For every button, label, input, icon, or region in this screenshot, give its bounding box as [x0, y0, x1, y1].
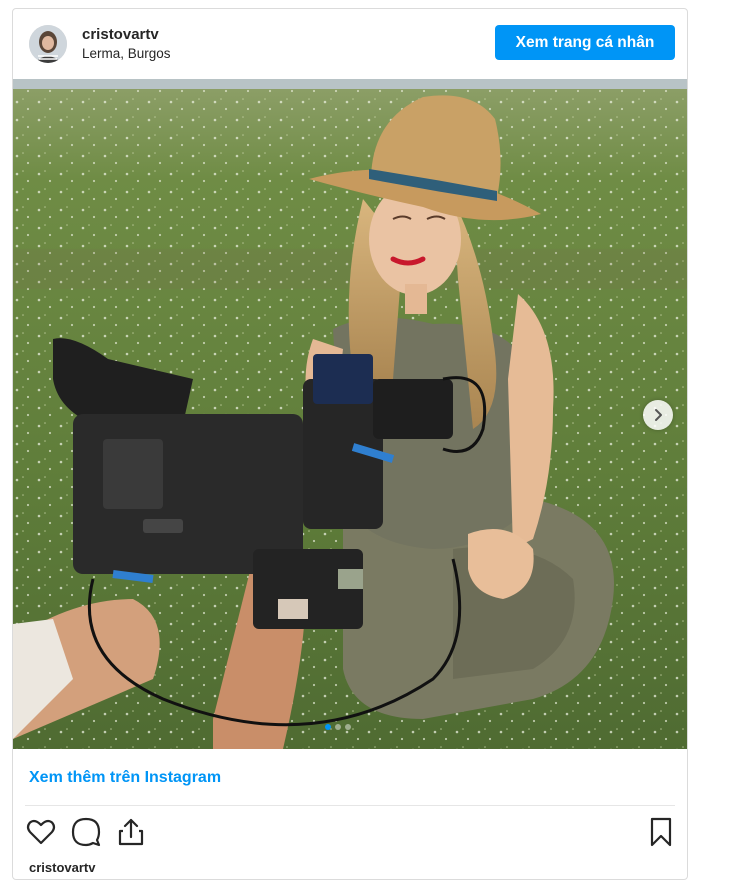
- instagram-embed-card: cristovartv Lerma, Burgos Xem trang cá n…: [12, 8, 688, 880]
- bookmark-icon: [650, 817, 672, 847]
- carousel-dot: [325, 724, 331, 730]
- caption-username[interactable]: cristovartv: [29, 860, 95, 875]
- chevron-right-icon: [655, 409, 662, 421]
- share-button[interactable]: [115, 816, 147, 848]
- post-photo: [13, 79, 687, 749]
- share-icon: [118, 818, 144, 846]
- next-slide-button[interactable]: [643, 400, 673, 430]
- carousel-dots: [325, 724, 351, 730]
- comment-button[interactable]: [70, 816, 102, 848]
- comment-icon: [71, 817, 101, 847]
- view-more-link[interactable]: Xem thêm trên Instagram: [29, 769, 221, 787]
- carousel-dot: [335, 724, 341, 730]
- post-image[interactable]: [13, 79, 687, 749]
- divider: [25, 805, 675, 806]
- username[interactable]: cristovartv: [82, 26, 159, 43]
- heart-icon: [26, 819, 56, 845]
- avatar[interactable]: [29, 25, 67, 63]
- post-header: cristovartv Lerma, Burgos Xem trang cá n…: [13, 9, 687, 79]
- location[interactable]: Lerma, Burgos: [82, 46, 171, 61]
- like-button[interactable]: [25, 816, 57, 848]
- carousel-dot: [345, 724, 351, 730]
- save-button[interactable]: [645, 816, 677, 848]
- view-profile-button[interactable]: Xem trang cá nhân: [495, 25, 675, 60]
